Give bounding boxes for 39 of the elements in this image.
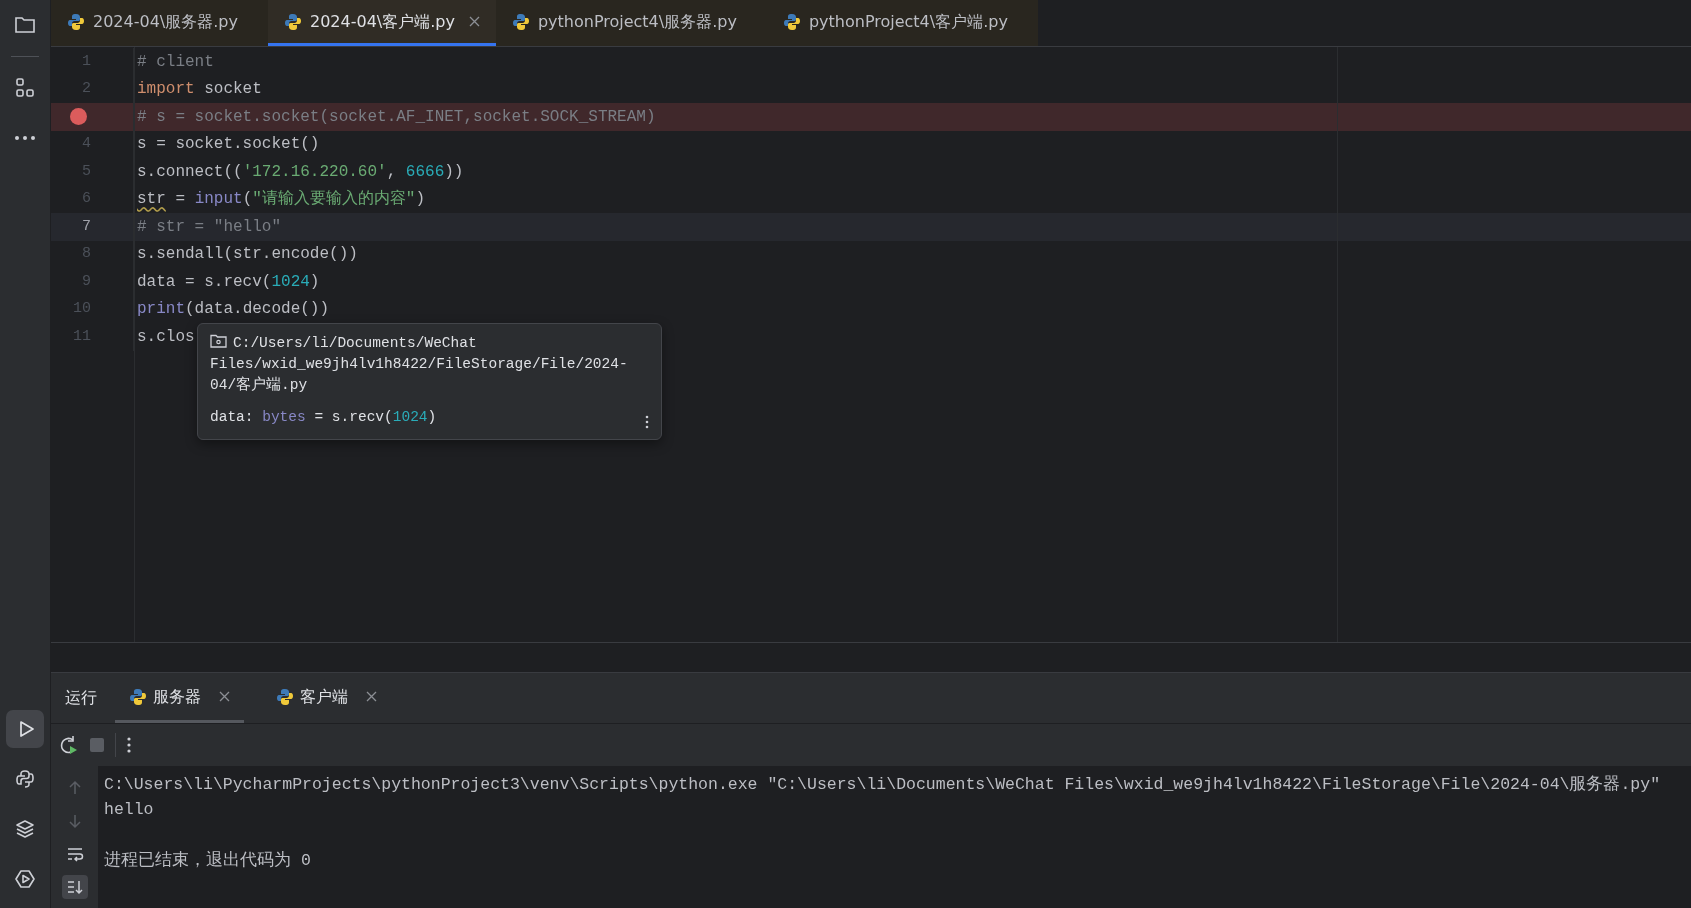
run-icon[interactable] (6, 710, 44, 748)
code-line: str = input("请输入要输入的内容") (136, 188, 426, 211)
line-number: 7 (81, 216, 91, 237)
console-line: C:\Users\li\PycharmProjects\pythonProject3\venv\Scripts\python.exe "C:\Users\li\Documents\WeChat Files\wxid_we9jh4lv1h8422\FileStorage\File\2024-04\服务器.py" (104, 774, 1661, 796)
editor-tab[interactable]: 2024-04\服务器.py (51, 0, 268, 46)
python-file-icon (283, 12, 302, 31)
python-file-icon (129, 687, 147, 706)
code-line: # client (136, 51, 214, 73)
editor-tab[interactable]: pythonProject4\服务器.py (495, 0, 767, 46)
code-line: # str = "hello" (136, 216, 282, 238)
more-icon[interactable] (645, 415, 649, 429)
close-icon[interactable] (366, 691, 377, 702)
panel-title: 运行 (65, 687, 97, 709)
close-icon[interactable] (468, 16, 480, 27)
code-line: s.connect(('172.16.220.60', 6666)) (136, 161, 464, 183)
python-file-icon (782, 12, 801, 31)
python-file-icon (276, 687, 294, 706)
code-line: data = s.recv(1024) (136, 271, 320, 293)
editor-tab[interactable]: pythonProject4\客户端.py (766, 0, 1038, 46)
python-file-icon (511, 12, 530, 31)
code-line: import socket (136, 79, 262, 101)
breakpoint-icon[interactable] (70, 108, 87, 126)
run-tab[interactable]: 客户端 (262, 673, 391, 723)
python-file-icon (67, 12, 85, 31)
file-path: C:/Users/li/Documents/WeChat Files/wxid_we9jh4lv1h8422/FileStorage/File/2024-04/客户端.py (210, 333, 629, 395)
more-icon[interactable] (126, 736, 132, 754)
signature-text: data: bytes = s.recv(1024) (210, 408, 437, 428)
code-line: s.clos (136, 326, 195, 348)
close-icon[interactable] (219, 691, 230, 702)
folder-icon (210, 334, 227, 348)
code-line: # s = socket.socket(socket.AF_INET,socket.SOCK_STREAM) (136, 106, 656, 128)
code-line: s.sendall(str.encode()) (136, 244, 358, 266)
console-line: hello (104, 799, 155, 821)
scroll-to-end-icon[interactable] (61, 875, 88, 899)
editor-tab[interactable]: 2024-04\客户端.py (267, 0, 496, 46)
code-line: print(data.decode()) (136, 299, 330, 321)
exit-message: 进程已结束，退出代码为 0 (104, 850, 312, 872)
code-line: s = socket.socket() (136, 134, 320, 156)
run-tab[interactable]: 服务器 (115, 673, 244, 723)
